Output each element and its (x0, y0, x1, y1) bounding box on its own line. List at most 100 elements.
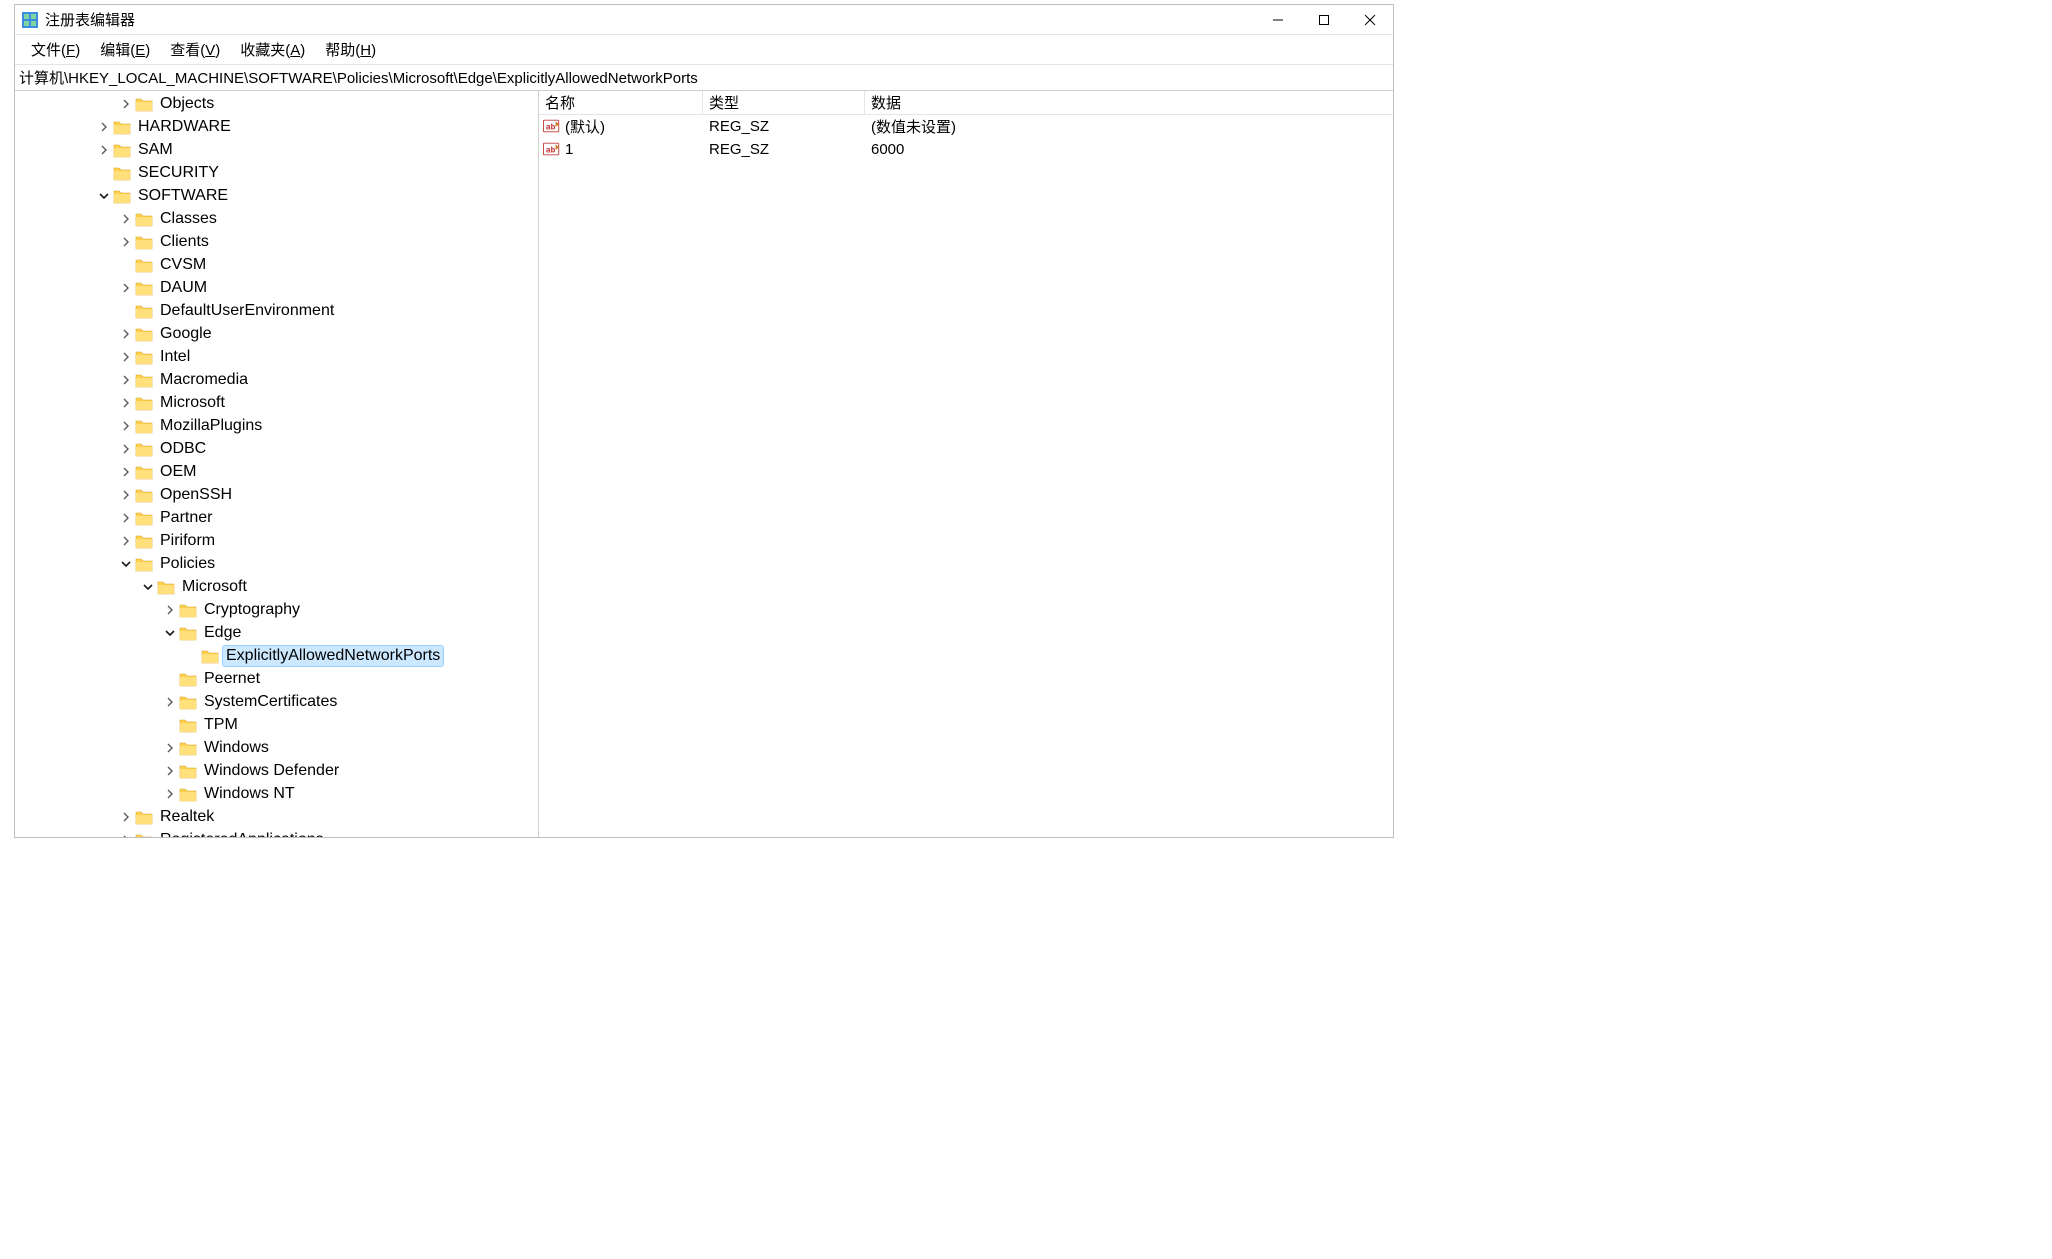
tree-item[interactable]: OpenSSH (15, 484, 538, 507)
tree-item[interactable]: SystemCertificates (15, 691, 538, 714)
tree-item[interactable]: Realtek (15, 806, 538, 829)
menu-file[interactable]: 文件(F) (21, 35, 90, 64)
tree-item[interactable]: Peernet (15, 668, 538, 691)
tree-item[interactable]: Windows (15, 737, 538, 760)
chevron-down-icon[interactable] (119, 557, 133, 571)
folder-icon (135, 211, 153, 227)
minimize-button[interactable] (1255, 5, 1301, 35)
chevron-right-icon[interactable] (119, 488, 133, 502)
chevron-right-icon[interactable] (119, 810, 133, 824)
tree-item[interactable]: MozillaPlugins (15, 415, 538, 438)
folder-icon (135, 96, 153, 112)
value-name: (默认) (565, 116, 605, 137)
chevron-right-icon[interactable] (119, 465, 133, 479)
chevron-right-icon[interactable] (119, 534, 133, 548)
folder-icon (135, 556, 153, 572)
tree-item[interactable]: OEM (15, 461, 538, 484)
chevron-right-icon[interactable] (119, 212, 133, 226)
tree-item[interactable]: HARDWARE (15, 116, 538, 139)
menu-view[interactable]: 查看(V) (160, 35, 230, 64)
tree-item[interactable]: Objects (15, 93, 538, 116)
column-type[interactable]: 类型 (703, 91, 865, 114)
chevron-right-icon[interactable] (119, 442, 133, 456)
values-list[interactable]: (默认)REG_SZ(数值未设置)1REG_SZ6000 (539, 115, 1393, 837)
value-row[interactable]: 1REG_SZ6000 (539, 138, 1393, 161)
menu-help[interactable]: 帮助(H) (315, 35, 386, 64)
chevron-right-icon[interactable] (119, 327, 133, 341)
value-name-cell: 1 (539, 140, 703, 158)
folder-icon (113, 142, 131, 158)
chevron-right-icon[interactable] (119, 97, 133, 111)
window-title: 注册表编辑器 (45, 9, 135, 30)
tree-item[interactable]: ExplicitlyAllowedNetworkPorts (15, 645, 538, 668)
tree-item[interactable]: Edge (15, 622, 538, 645)
chevron-down-icon[interactable] (97, 189, 111, 203)
close-button[interactable] (1347, 5, 1393, 35)
tree-item[interactable]: SOFTWARE (15, 185, 538, 208)
chevron-right-icon[interactable] (97, 143, 111, 157)
tree-item[interactable]: TPM (15, 714, 538, 737)
folder-icon (113, 119, 131, 135)
folder-icon (179, 717, 197, 733)
tree-item[interactable]: Piriform (15, 530, 538, 553)
chevron-right-icon[interactable] (119, 350, 133, 364)
tree-item-label: Edge (201, 623, 244, 643)
chevron-right-icon[interactable] (163, 603, 177, 617)
chevron-right-icon[interactable] (119, 419, 133, 433)
tree-item-label: Policies (157, 554, 218, 574)
chevron-right-icon[interactable] (119, 281, 133, 295)
folder-icon (179, 671, 197, 687)
tree-item-label: Macromedia (157, 370, 251, 390)
tree-item[interactable]: RegisteredApplications (15, 829, 538, 837)
tree-item[interactable]: Google (15, 323, 538, 346)
tree-item[interactable]: Windows NT (15, 783, 538, 806)
tree-item[interactable]: Cryptography (15, 599, 538, 622)
chevron-right-icon[interactable] (119, 396, 133, 410)
tree-item-label: OEM (157, 462, 199, 482)
values-header: 名称 类型 数据 (539, 91, 1393, 115)
chevron-right-icon[interactable] (119, 511, 133, 525)
maximize-button[interactable] (1301, 5, 1347, 35)
tree-item[interactable]: Macromedia (15, 369, 538, 392)
tree-item[interactable]: DAUM (15, 277, 538, 300)
address-input[interactable] (19, 69, 1389, 86)
chevron-right-icon[interactable] (97, 120, 111, 134)
chevron-right-icon[interactable] (119, 373, 133, 387)
tree-item[interactable]: Policies (15, 553, 538, 576)
tree-item[interactable]: ODBC (15, 438, 538, 461)
tree-item[interactable]: Microsoft (15, 392, 538, 415)
tree-item[interactable]: Intel (15, 346, 538, 369)
folder-icon (135, 280, 153, 296)
tree-item[interactable]: Clients (15, 231, 538, 254)
tree-item[interactable]: DefaultUserEnvironment (15, 300, 538, 323)
tree-item[interactable]: SAM (15, 139, 538, 162)
chevron-right-icon[interactable] (119, 235, 133, 249)
chevron-right-icon[interactable] (163, 787, 177, 801)
menu-edit[interactable]: 编辑(E) (90, 35, 160, 64)
value-row[interactable]: (默认)REG_SZ(数值未设置) (539, 115, 1393, 138)
chevron-right-icon[interactable] (163, 741, 177, 755)
tree-item-label: SystemCertificates (201, 692, 340, 712)
tree-item-label: HARDWARE (135, 117, 234, 137)
folder-icon (179, 694, 197, 710)
tree-pane[interactable]: ObjectsHARDWARESAMSECURITYSOFTWAREClasse… (15, 91, 539, 837)
chevron-right-icon[interactable] (163, 764, 177, 778)
chevron-right-icon[interactable] (119, 833, 133, 837)
tree-item-label: CVSM (157, 255, 209, 275)
tree-item-label: Windows NT (201, 784, 298, 804)
tree-item[interactable]: Partner (15, 507, 538, 530)
column-data[interactable]: 数据 (865, 91, 1393, 114)
tree-item[interactable]: SECURITY (15, 162, 538, 185)
tree-item[interactable]: Classes (15, 208, 538, 231)
tree-item[interactable]: Microsoft (15, 576, 538, 599)
tree-item-label: Cryptography (201, 600, 303, 620)
menu-favorites[interactable]: 收藏夹(A) (230, 35, 315, 64)
chevron-right-icon[interactable] (163, 695, 177, 709)
tree-item[interactable]: CVSM (15, 254, 538, 277)
folder-icon (135, 326, 153, 342)
column-name[interactable]: 名称 (539, 91, 703, 114)
address-bar (15, 65, 1393, 91)
chevron-down-icon[interactable] (163, 626, 177, 640)
chevron-down-icon[interactable] (141, 580, 155, 594)
tree-item[interactable]: Windows Defender (15, 760, 538, 783)
